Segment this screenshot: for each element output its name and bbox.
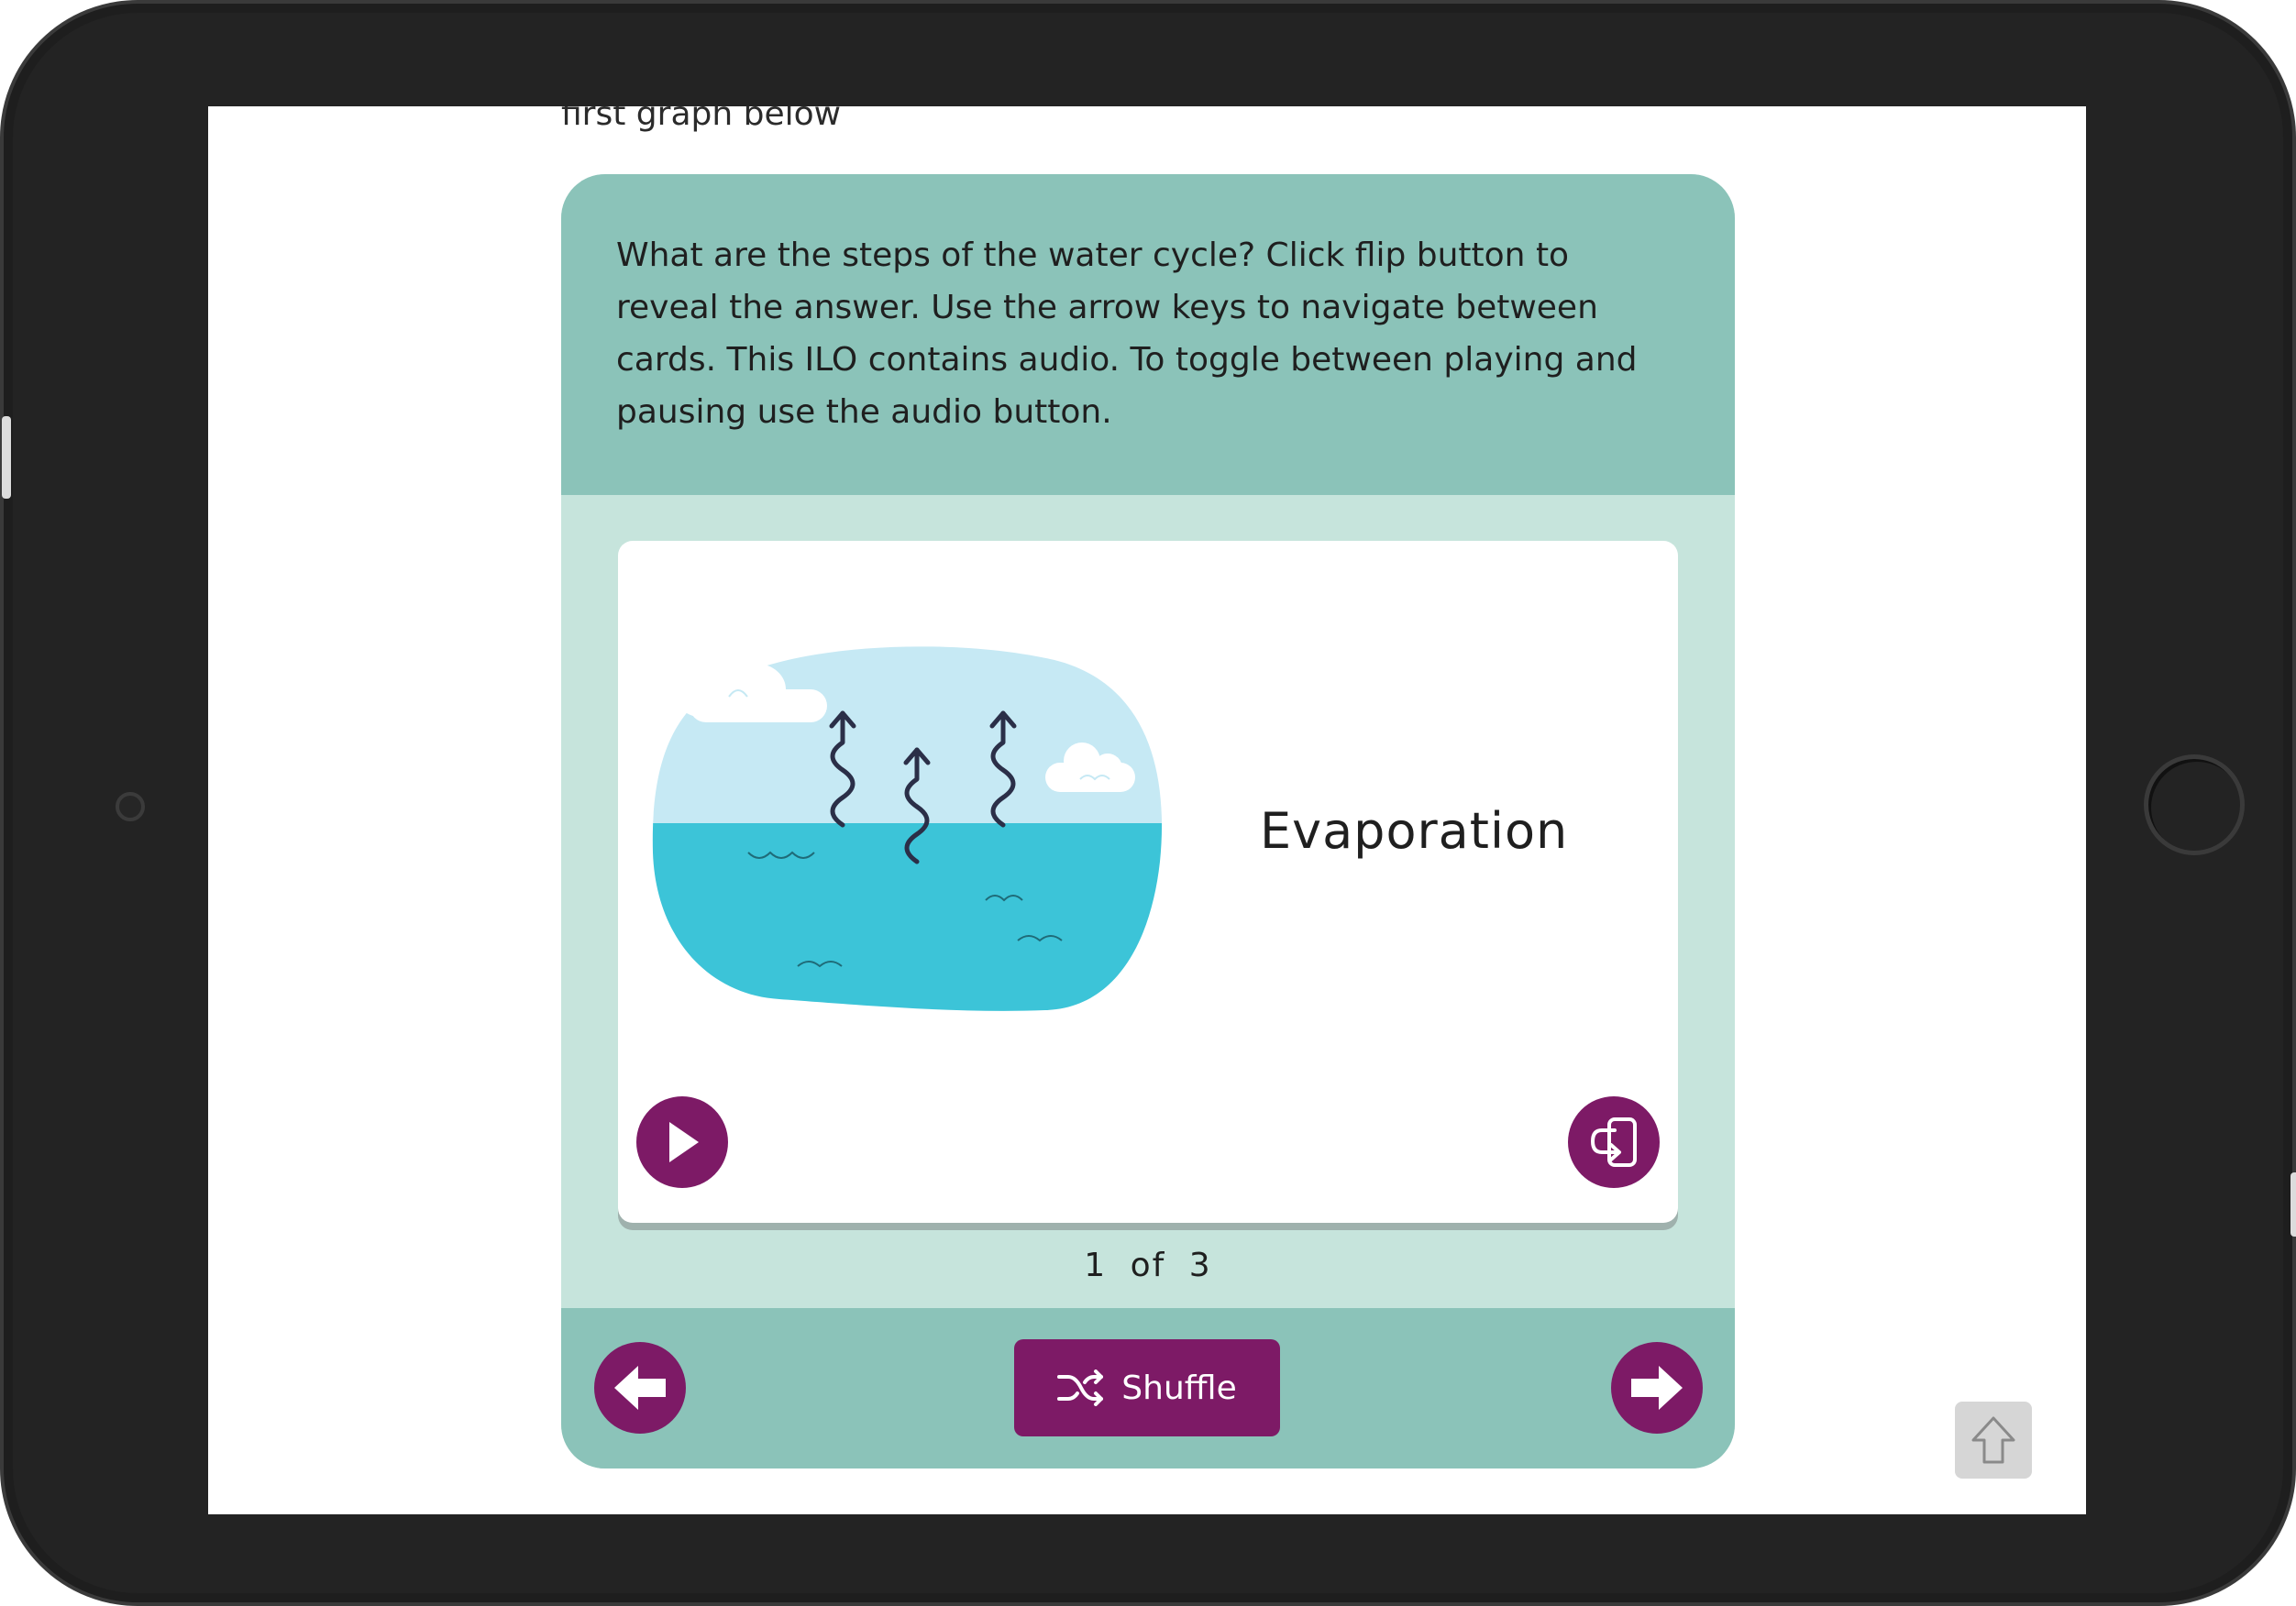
- flashcard-ilo: What are the steps of the water cycle? C…: [561, 174, 1735, 1468]
- play-icon: [669, 1122, 699, 1162]
- arrow-up-icon: [1971, 1416, 2015, 1464]
- flashcard[interactable]: Evaporation: [618, 541, 1678, 1223]
- arrow-right-icon: [1631, 1366, 1683, 1410]
- card-counter: 1 of 3: [561, 1247, 1735, 1284]
- flip-card-icon: [1590, 1117, 1637, 1167]
- ilo-header: What are the steps of the water cycle? C…: [561, 174, 1735, 495]
- previous-card-button[interactable]: [594, 1342, 686, 1434]
- camera-icon: [116, 792, 145, 821]
- page-intro-text: first graph below: [561, 106, 842, 133]
- home-button[interactable]: [2144, 754, 2245, 855]
- arrow-left-icon: [614, 1366, 666, 1410]
- flip-card-button[interactable]: [1568, 1096, 1660, 1188]
- audio-play-button[interactable]: [636, 1096, 728, 1188]
- tablet-side-button: [2290, 1172, 2296, 1237]
- next-card-button[interactable]: [1611, 1342, 1703, 1434]
- evaporation-illustration: [652, 646, 1163, 1011]
- shuffle-icon: [1057, 1370, 1104, 1406]
- ilo-instructions: What are the steps of the water cycle? C…: [616, 236, 1638, 431]
- card-title: Evaporation: [1260, 802, 1569, 860]
- shuffle-label: Shuffle: [1121, 1369, 1237, 1407]
- counter-current: 1: [1084, 1247, 1108, 1284]
- scroll-to-top-button[interactable]: [1955, 1402, 2032, 1479]
- ilo-footer: Shuffle: [561, 1308, 1735, 1468]
- tablet-side-button: [2, 416, 11, 499]
- shuffle-button[interactable]: Shuffle: [1014, 1339, 1280, 1436]
- screen: first graph below What are the steps of …: [208, 106, 2086, 1514]
- tablet-frame: first graph below What are the steps of …: [0, 0, 2296, 1606]
- counter-of: of: [1130, 1247, 1166, 1284]
- counter-total: 3: [1188, 1247, 1212, 1284]
